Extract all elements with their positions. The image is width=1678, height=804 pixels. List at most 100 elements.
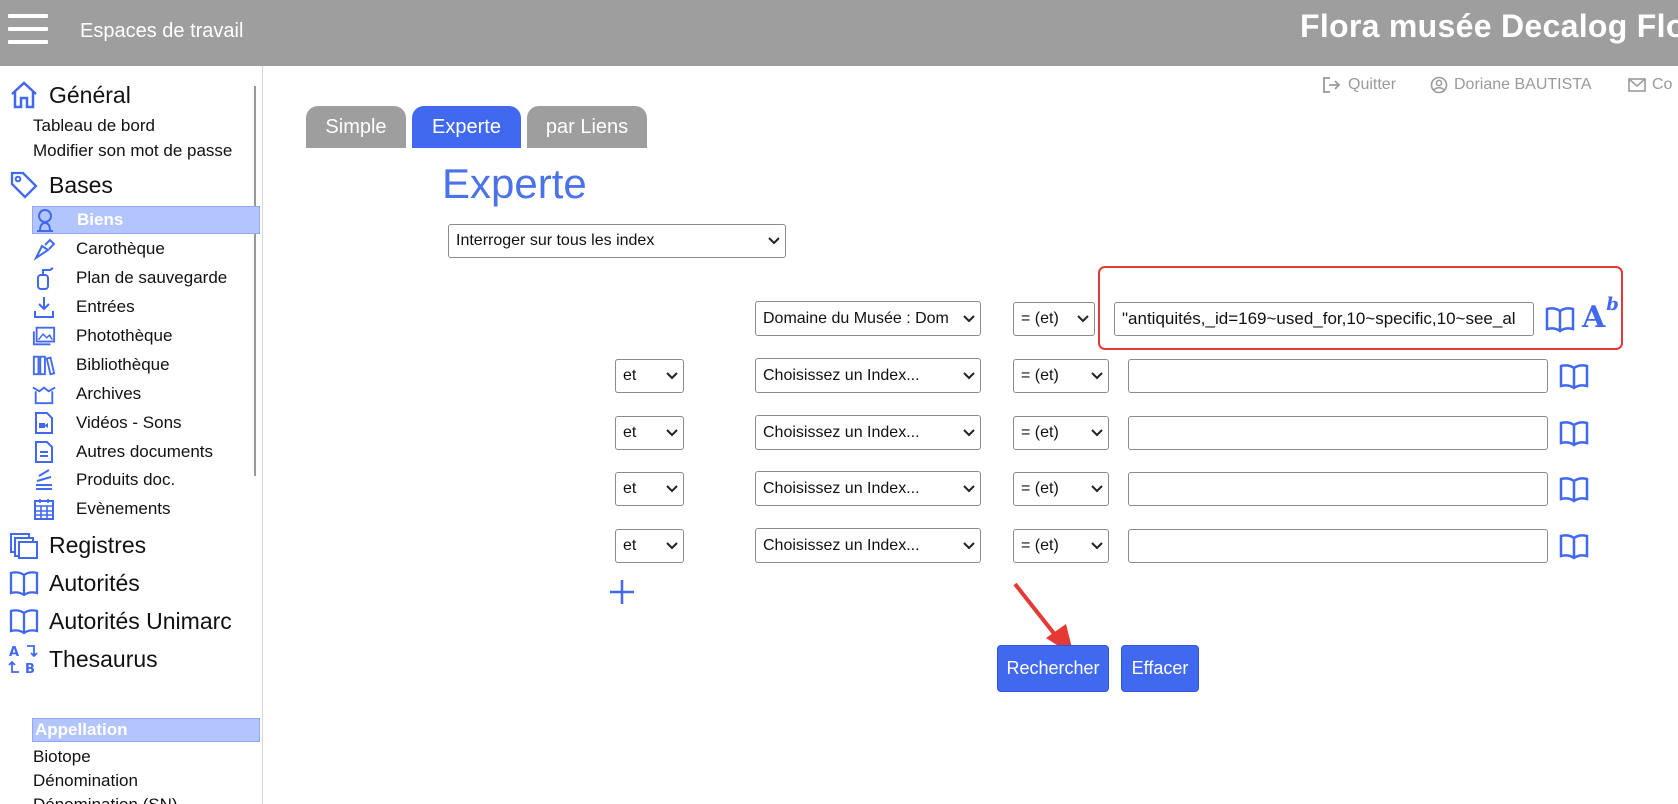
sidebar-item-autres-documents[interactable]: Autres documents bbox=[32, 438, 260, 466]
sidebar-section-label: Bases bbox=[49, 171, 113, 198]
value-input-row-1[interactable]: "antiquités,_id=169~used_for,10~specific… bbox=[1114, 302, 1534, 336]
connector-select-row-2[interactable]: et bbox=[615, 359, 684, 393]
book-open-icon[interactable] bbox=[1558, 532, 1590, 560]
connector-select-row-4[interactable]: et bbox=[615, 472, 684, 506]
envelope-icon bbox=[1628, 78, 1646, 92]
sidebar-item-biens[interactable]: Biens bbox=[32, 206, 260, 234]
sidebar-item-entrees[interactable]: Entrées bbox=[32, 293, 260, 321]
font-format-icon[interactable]: Ab bbox=[1582, 294, 1619, 335]
chevron-down-icon bbox=[1086, 429, 1108, 437]
operator-select-row-1[interactable]: = (et) bbox=[1013, 302, 1095, 336]
tag-icon bbox=[8, 169, 40, 201]
sidebar-section-autorites[interactable]: Autorités bbox=[8, 566, 140, 600]
stack-icon bbox=[32, 468, 56, 492]
sidebar-item-evenements[interactable]: Evènements bbox=[32, 495, 260, 523]
sidebar-section-thesaurus[interactable]: AB Thesaurus bbox=[8, 642, 158, 676]
quit-link[interactable]: Quitter bbox=[1322, 76, 1396, 94]
operator-select-row-4[interactable]: = (et) bbox=[1013, 472, 1109, 506]
sidebar-item-label: Carothèque bbox=[76, 239, 165, 258]
index-select-row-5[interactable]: Choisissez un Index... bbox=[755, 528, 981, 563]
chevron-down-icon bbox=[661, 485, 683, 493]
sidebar-item-carotheque[interactable]: Carothèque bbox=[32, 235, 260, 263]
fire-extinguisher-icon bbox=[32, 266, 56, 290]
chevron-down-icon bbox=[1086, 485, 1108, 493]
sidebar-item-label: Evènements bbox=[76, 499, 171, 518]
index-select-row-1[interactable]: Domaine du Musée : Dom bbox=[755, 301, 981, 336]
operator-select-row-3[interactable]: = (et) bbox=[1013, 416, 1109, 450]
book-open-icon[interactable] bbox=[1558, 419, 1590, 447]
chevron-down-icon bbox=[1072, 315, 1094, 323]
select-value: Choisissez un Index... bbox=[763, 423, 920, 441]
select-value: et bbox=[623, 537, 637, 554]
sidebar-item-label: Bibliothèque bbox=[76, 355, 170, 374]
sidebar-item-plan-sauvegarde[interactable]: Plan de sauvegarde bbox=[32, 264, 260, 292]
sidebar-section-label: Autorités Unimarc bbox=[49, 607, 232, 634]
svg-text:A: A bbox=[9, 645, 19, 660]
tab-par-liens[interactable]: par Liens bbox=[527, 106, 647, 148]
add-row-plus-icon[interactable] bbox=[608, 578, 636, 606]
chevron-down-icon bbox=[958, 314, 980, 323]
tab-simple[interactable]: Simple bbox=[306, 106, 406, 148]
value-input-row-3[interactable] bbox=[1128, 416, 1548, 450]
sidebar-section-autorites-unimarc[interactable]: Autorités Unimarc bbox=[8, 604, 232, 638]
index-select-row-4[interactable]: Choisissez un Index... bbox=[755, 471, 981, 506]
book-open-icon[interactable] bbox=[1544, 305, 1576, 333]
sidebar-item-archives[interactable]: Archives bbox=[32, 380, 260, 408]
sidebar-item-appellation[interactable]: Appellation bbox=[32, 718, 260, 742]
sidebar-item-denomination-sn[interactable]: Dénomination (SN) bbox=[33, 795, 178, 804]
chevron-down-icon bbox=[958, 428, 980, 437]
home-icon bbox=[8, 79, 40, 111]
sidebar-section-label: Registres bbox=[49, 531, 147, 558]
brand-title: Flora musée Decalog Flo bbox=[1300, 8, 1678, 44]
sidebar-item-bibliotheque[interactable]: Bibliothèque bbox=[32, 351, 260, 379]
search-button[interactable]: Rechercher bbox=[997, 645, 1109, 692]
calendar-icon bbox=[32, 497, 56, 521]
document-icon bbox=[32, 440, 56, 464]
images-icon bbox=[32, 324, 56, 348]
operator-select-row-5[interactable]: = (et) bbox=[1013, 529, 1109, 563]
sidebar-item-change-password[interactable]: Modifier son mot de passe bbox=[33, 141, 232, 161]
sidebar: Général Tableau de bord Modifier son mot… bbox=[0, 66, 263, 804]
connector-select-row-5[interactable]: et bbox=[615, 529, 684, 563]
page-title: Experte bbox=[442, 160, 587, 207]
operator-select-row-2[interactable]: = (et) bbox=[1013, 359, 1109, 393]
book-open-icon[interactable] bbox=[1558, 475, 1590, 503]
select-value: et bbox=[623, 424, 637, 441]
sidebar-item-label: Produits doc. bbox=[76, 470, 176, 489]
sidebar-section-bases[interactable]: Bases bbox=[8, 168, 113, 202]
chevron-down-icon bbox=[958, 484, 980, 493]
index-select-row-2[interactable]: Choisissez un Index... bbox=[755, 358, 981, 393]
chevron-down-icon bbox=[661, 372, 683, 380]
index-select-row-3[interactable]: Choisissez un Index... bbox=[755, 415, 981, 450]
open-box-icon bbox=[32, 382, 56, 406]
workspaces-link[interactable]: Espaces de travail bbox=[80, 20, 243, 43]
select-value: Choisissez un Index... bbox=[763, 536, 920, 554]
index-scope-select[interactable]: Interroger sur tous les index bbox=[448, 224, 786, 258]
sidebar-item-biotope[interactable]: Biotope bbox=[33, 747, 91, 767]
select-value: et bbox=[623, 367, 637, 384]
sidebar-section-registres[interactable]: Registres bbox=[8, 528, 146, 562]
value-input-row-4[interactable] bbox=[1128, 472, 1548, 506]
sidebar-item-label: Vidéos - Sons bbox=[76, 413, 182, 432]
tab-experte[interactable]: Experte bbox=[412, 106, 521, 148]
download-icon bbox=[32, 295, 56, 319]
sidebar-item-produits-doc[interactable]: Produits doc. bbox=[32, 466, 260, 494]
connector-select-row-3[interactable]: et bbox=[615, 416, 684, 450]
sidebar-item-label: Plan de sauvegarde bbox=[76, 268, 228, 287]
video-file-icon bbox=[32, 411, 56, 435]
select-value: = (et) bbox=[1021, 537, 1059, 554]
sidebar-item-phototheque[interactable]: Photothèque bbox=[32, 322, 260, 350]
clear-button[interactable]: Effacer bbox=[1121, 645, 1199, 692]
user-profile-link[interactable]: Doriane BAUTISTA bbox=[1430, 76, 1592, 94]
bust-icon bbox=[33, 208, 57, 232]
value-input-row-2[interactable] bbox=[1128, 359, 1548, 393]
sidebar-item-denomination[interactable]: Dénomination bbox=[33, 771, 138, 791]
book-open-icon[interactable] bbox=[1558, 362, 1590, 390]
value-input-row-5[interactable] bbox=[1128, 529, 1548, 563]
sidebar-item-videos-sons[interactable]: Vidéos - Sons bbox=[32, 409, 260, 437]
chevron-down-icon bbox=[958, 371, 980, 380]
contact-link[interactable]: Co bbox=[1628, 76, 1672, 94]
sidebar-section-general[interactable]: Général bbox=[8, 78, 131, 112]
sidebar-item-dashboard[interactable]: Tableau de bord bbox=[33, 116, 155, 136]
hamburger-menu-icon[interactable] bbox=[8, 14, 48, 44]
